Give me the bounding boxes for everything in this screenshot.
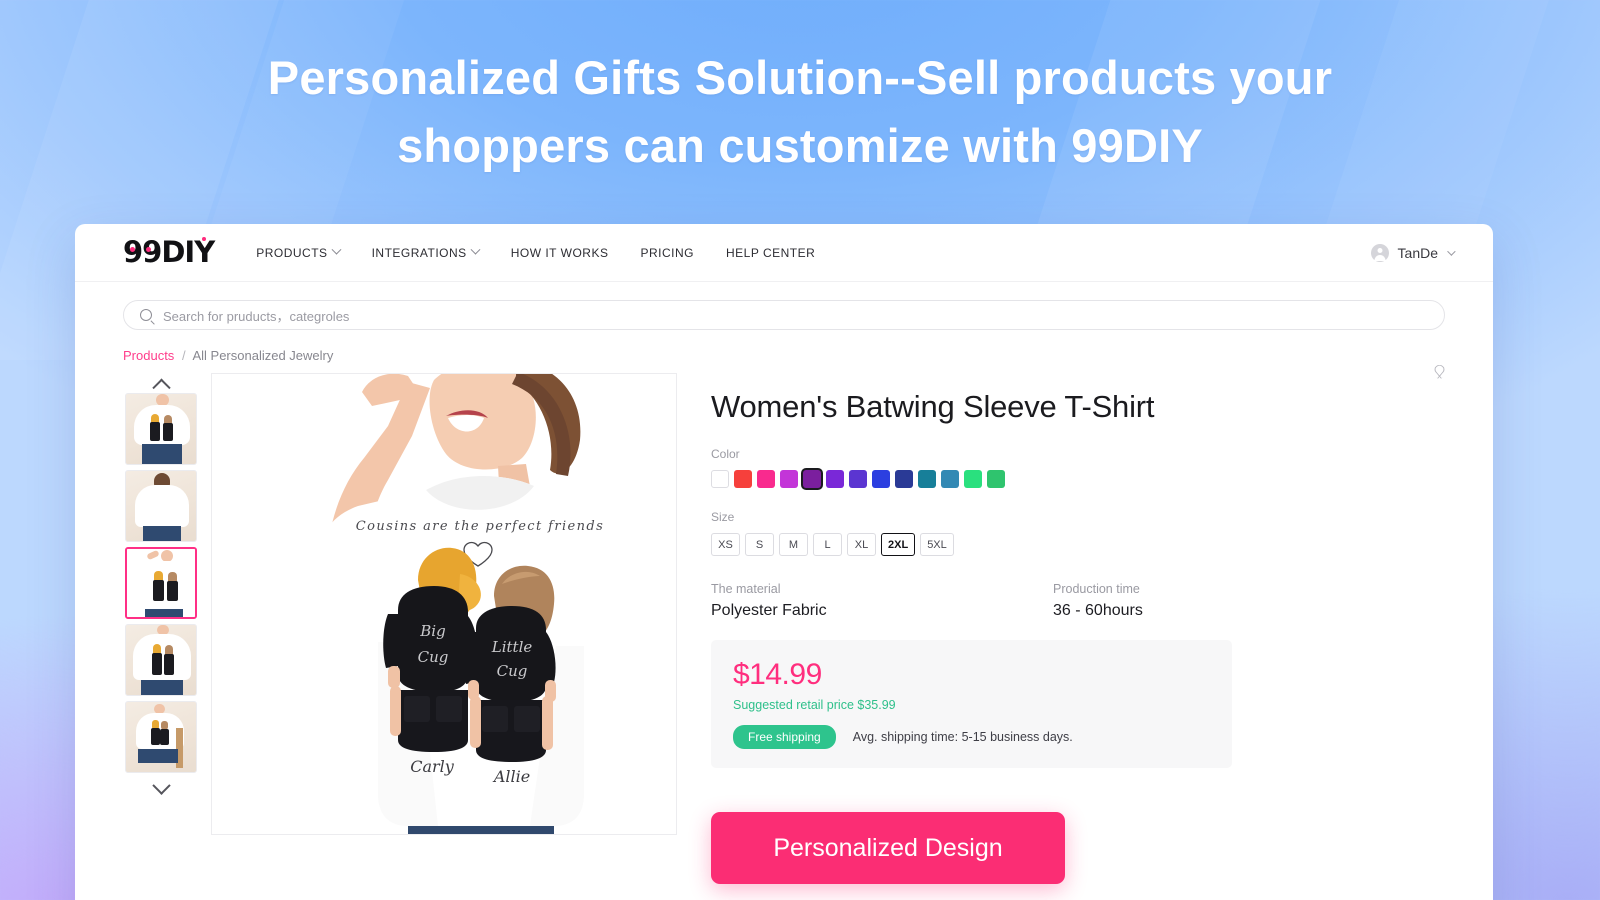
material-value: Polyester Fabric: [711, 602, 827, 619]
chevron-down-icon: [1447, 246, 1456, 256]
app-window: 99DIY PRODUCTS INTEGRATIONS HOW IT WORKS…: [75, 224, 1493, 900]
print-name-right: Allie: [492, 767, 530, 786]
search-bar[interactable]: Search for pruducts，categroles: [123, 300, 1445, 330]
color-label: Color: [711, 447, 740, 461]
nav-item-label: INTEGRATIONS: [371, 245, 467, 260]
free-shipping-badge: Free shipping: [733, 725, 836, 749]
logo-dot-icon: [130, 247, 135, 252]
material-label: The material: [711, 582, 781, 596]
print-label-little: Little: [491, 638, 533, 656]
size-option-2xl[interactable]: 2XL: [881, 533, 916, 556]
breadcrumb-current: All Personalized Jewelry: [192, 348, 334, 363]
color-swatch-teal[interactable]: [941, 470, 959, 488]
color-swatch-navy[interactable]: [895, 470, 913, 488]
product-meta: The material Polyester Fabric Production…: [711, 582, 1445, 620]
user-avatar-icon: [1370, 243, 1389, 262]
color-swatch-dark-purple[interactable]: [803, 470, 821, 488]
brand-logo-text: 99DIY: [123, 235, 215, 269]
product-page-content: Cousins are the perfect friends Big Cug: [75, 363, 1493, 884]
thumbnail-scroll-up-button[interactable]: [123, 373, 199, 397]
breadcrumb: Products / All Personalized Jewelry: [75, 330, 1493, 363]
color-swatch-teal-dark[interactable]: [918, 470, 936, 488]
top-navigation-bar: 99DIY PRODUCTS INTEGRATIONS HOW IT WORKS…: [75, 224, 1493, 282]
chevron-down-icon: [331, 244, 342, 255]
thumbnail-strip: [123, 373, 199, 884]
size-option-l[interactable]: L: [813, 533, 842, 556]
product-gallery: Cousins are the perfect friends Big Cug: [123, 373, 677, 884]
nav-item-label: PRICING: [640, 245, 694, 260]
product-main-image[interactable]: Cousins are the perfect friends Big Cug: [211, 373, 677, 835]
print-label-big: Big: [419, 622, 445, 640]
shipping-row: Free shipping Avg. shipping time: 5-15 b…: [733, 725, 1210, 749]
color-swatch-green-light[interactable]: [964, 470, 982, 488]
chevron-down-icon: [470, 244, 481, 255]
user-menu-label: TanDe: [1397, 244, 1438, 261]
price-card: $14.99 Suggested retail price $35.99 Fre…: [711, 640, 1232, 768]
search-icon: [140, 309, 152, 321]
personalized-design-button[interactable]: Personalized Design: [711, 812, 1065, 884]
color-swatch-red[interactable]: [734, 470, 752, 488]
color-swatch-group: [711, 470, 1445, 488]
color-swatch-indigo[interactable]: [849, 470, 867, 488]
thumbnail-scroll-down-button[interactable]: [123, 775, 199, 798]
color-swatch-violet[interactable]: [826, 470, 844, 488]
thumbnail-item-selected[interactable]: [125, 547, 197, 619]
user-menu[interactable]: TanDe: [1370, 243, 1456, 262]
search-input[interactable]: Search for pruducts，categroles: [163, 306, 349, 325]
hero-headline-line-2: shoppers can customize with 99DIY: [397, 119, 1203, 173]
breadcrumb-separator: /: [181, 348, 186, 363]
size-option-m[interactable]: M: [779, 533, 808, 556]
nav-item-integrations[interactable]: INTEGRATIONS: [371, 244, 481, 260]
shipping-time-note: Avg. shipping time: 5-15 business days.: [852, 730, 1073, 744]
search-row: Search for pruducts，categroles: [75, 282, 1493, 330]
hero-headline-line-1: Personalized Gifts Solution--Sell produc…: [267, 51, 1333, 104]
size-label: Size: [711, 510, 735, 524]
print-label-cug-left: Cug: [418, 648, 449, 666]
nav-item-label: PRODUCTS: [256, 245, 328, 260]
color-swatch-magenta[interactable]: [780, 470, 798, 488]
main-nav: PRODUCTS INTEGRATIONS HOW IT WORKS PRICI…: [256, 244, 815, 260]
thumbnail-item[interactable]: [125, 470, 197, 542]
nav-item-pricing[interactable]: PRICING: [640, 246, 694, 260]
breadcrumb-link-products[interactable]: Products: [123, 348, 174, 363]
print-tagline: Cousins are the perfect friends: [356, 519, 604, 534]
brand-logo[interactable]: 99DIY: [123, 235, 215, 269]
product-details: Women's Batwing Sleeve T-Shirt Color Siz…: [711, 373, 1445, 884]
size-option-s[interactable]: S: [745, 533, 774, 556]
nav-item-products[interactable]: PRODUCTS: [256, 244, 342, 260]
color-swatch-white[interactable]: [711, 470, 729, 488]
color-swatch-pink[interactable]: [757, 470, 775, 488]
nav-item-help-center[interactable]: HELP CENTER: [726, 246, 815, 260]
production-time-label: Production time: [1053, 582, 1140, 596]
nav-item-how-it-works[interactable]: HOW IT WORKS: [511, 246, 609, 260]
page-title: Women's Batwing Sleeve T-Shirt: [711, 389, 1155, 424]
color-swatch-green[interactable]: [987, 470, 1005, 488]
nav-item-label: HELP CENTER: [725, 245, 816, 260]
color-swatch-blue[interactable]: [872, 470, 890, 488]
price-value: $14.99: [733, 658, 822, 691]
material-block: The material Polyester Fabric: [711, 582, 1053, 620]
logo-dot-icon: [146, 247, 151, 252]
thumbnail-item[interactable]: [125, 393, 197, 465]
production-time-block: Production time 36 - 60hours: [1053, 582, 1395, 620]
print-name-left: Carly: [410, 757, 455, 776]
thumbnail-item[interactable]: [125, 701, 197, 773]
product-photo-illustration: Cousins are the perfect friends Big Cug: [212, 374, 676, 834]
nav-item-label: HOW IT WORKS: [510, 245, 609, 260]
size-option-5xl[interactable]: 5XL: [920, 533, 954, 556]
thumbnail-item[interactable]: [125, 624, 197, 696]
print-label-cug-right: Cug: [497, 662, 528, 680]
size-option-xs[interactable]: XS: [711, 533, 740, 556]
suggested-retail-price: Suggested retail price $35.99: [733, 698, 896, 712]
size-option-group: XS S M L XL 2XL 5XL: [711, 533, 1445, 556]
hero-headline: Personalized Gifts Solution--Sell produc…: [0, 44, 1600, 180]
production-time-value: 36 - 60hours: [1053, 602, 1143, 619]
size-option-xl[interactable]: XL: [847, 533, 876, 556]
